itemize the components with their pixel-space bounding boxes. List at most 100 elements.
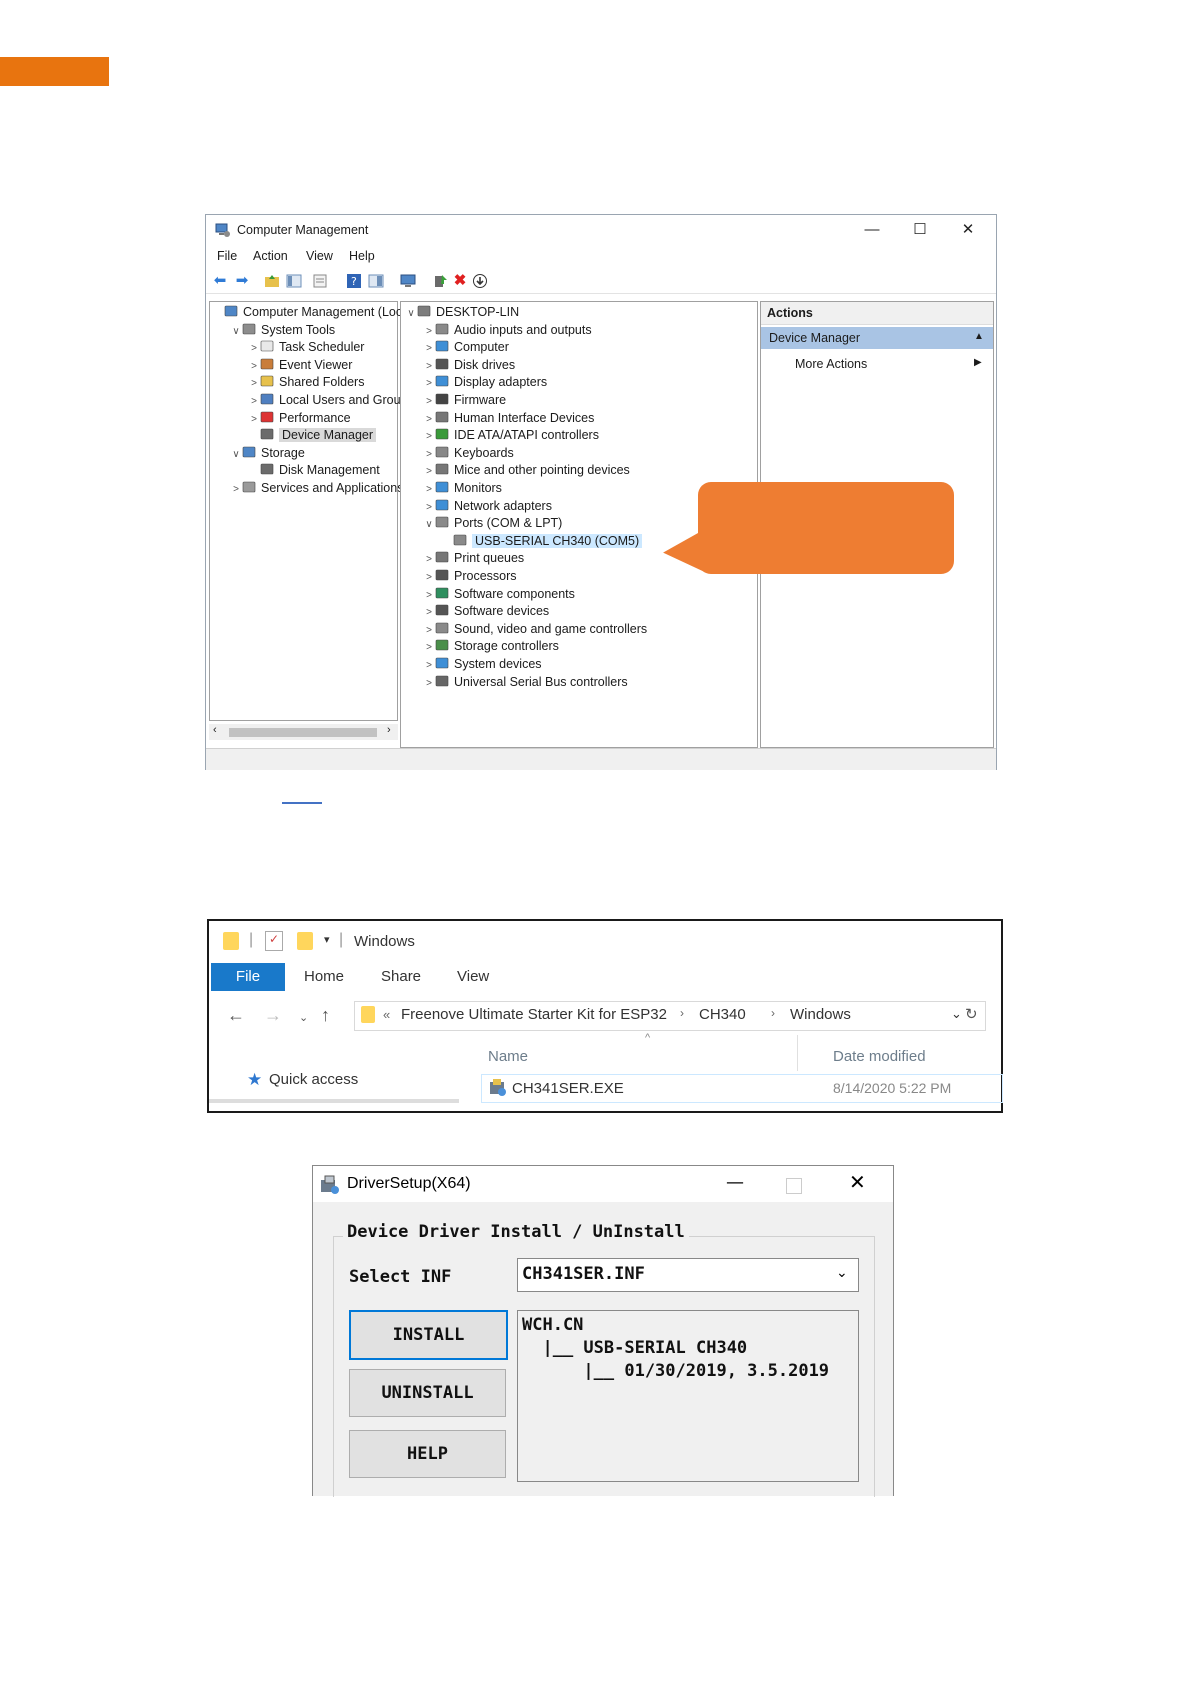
address-bar[interactable]: « Freenove Ultimate Starter Kit for ESP3…: [354, 1001, 986, 1031]
tree-item[interactable]: ∨ Ports (COM & LPT): [423, 514, 562, 533]
breadcrumb-overflow[interactable]: «: [383, 1007, 390, 1022]
tree-item[interactable]: > Computer: [423, 338, 509, 357]
help-button[interactable]: HELP: [349, 1430, 506, 1478]
scroll-left-icon[interactable]: ‹: [213, 724, 217, 736]
tree-item[interactable]: > Event Viewer: [248, 356, 352, 375]
computer-management-icon: [224, 305, 243, 319]
more-actions-item[interactable]: More Actions: [795, 357, 867, 371]
help-icon[interactable]: ?: [346, 273, 362, 289]
uninstall-device-icon[interactable]: ✖: [452, 273, 468, 289]
tree-item[interactable]: > Print queues: [423, 549, 524, 568]
maximize-button[interactable]: ☐: [898, 219, 942, 241]
tree-item[interactable]: USB-SERIAL CH340 (COM5): [441, 532, 643, 551]
uninstall-button[interactable]: UNINSTALL: [349, 1369, 506, 1417]
tree-item[interactable]: > Firmware: [423, 391, 506, 410]
tree-item[interactable]: > Universal Serial Bus controllers: [423, 673, 628, 692]
scroll-right-icon[interactable]: ›: [387, 724, 391, 736]
chevron-down-icon[interactable]: ∨: [423, 515, 435, 534]
speaker-icon: [435, 323, 454, 337]
tree-item[interactable]: > IDE ATA/ATAPI controllers: [423, 426, 599, 445]
chevron-right-icon[interactable]: >: [423, 674, 435, 693]
tree-item[interactable]: > System devices: [423, 655, 541, 674]
tree-item[interactable]: ∨ System Tools: [230, 321, 335, 340]
breadcrumb-kit[interactable]: Freenove Ultimate Starter Kit for ESP32: [401, 1006, 667, 1023]
tree-item[interactable]: > Storage controllers: [423, 637, 559, 656]
minimize-button[interactable]: —: [726, 1172, 744, 1193]
tree-item[interactable]: ∨ DESKTOP-LIN: [405, 303, 519, 322]
tree-item[interactable]: > Audio inputs and outputs: [423, 321, 592, 340]
column-header-date[interactable]: Date modified: [833, 1048, 926, 1065]
tree-item[interactable]: Device Manager: [248, 426, 377, 445]
tree-item[interactable]: > Sound, video and game controllers: [423, 620, 647, 639]
tree-item-label: Computer: [454, 340, 509, 355]
recent-locations-icon[interactable]: ⌄: [299, 1011, 308, 1024]
inf-select-value: CH341SER.INF: [522, 1264, 645, 1284]
address-dropdown-icon[interactable]: ⌄: [951, 1006, 962, 1022]
download-icon[interactable]: [472, 273, 488, 289]
tree-item[interactable]: > Monitors: [423, 479, 502, 498]
chevron-down-icon[interactable]: ∨: [230, 445, 242, 464]
update-driver-icon[interactable]: [432, 273, 448, 289]
up-arrow-icon[interactable]: ↑: [321, 1005, 330, 1026]
scan-hardware-icon[interactable]: [400, 273, 416, 289]
tree-item[interactable]: > Processors: [423, 567, 516, 586]
install-button[interactable]: INSTALL: [349, 1310, 508, 1360]
breadcrumb-windows[interactable]: Windows: [790, 1006, 851, 1023]
scroll-thumb[interactable]: [229, 728, 377, 737]
tree-item[interactable]: > Display adapters: [423, 373, 547, 392]
window-title: DriverSetup(X64): [347, 1175, 471, 1192]
inf-select[interactable]: CH341SER.INF ⌄: [517, 1258, 859, 1292]
tree-item[interactable]: Disk Management: [248, 461, 380, 480]
back-arrow-icon[interactable]: ⬅: [212, 273, 228, 289]
quick-access-toolbar-dropdown-icon[interactable]: ▾: [324, 933, 330, 946]
close-button[interactable]: ✕: [849, 1170, 866, 1194]
minimize-button[interactable]: —: [850, 219, 894, 241]
tree-item[interactable]: Computer Management (Local: [212, 303, 412, 322]
usb-icon: [435, 675, 454, 689]
tab-home[interactable]: Home: [304, 963, 344, 991]
tree-item[interactable]: ∨ Storage: [230, 444, 304, 464]
back-arrow-icon[interactable]: ←: [227, 1005, 245, 1026]
tree-item[interactable]: > Human Interface Devices: [423, 409, 594, 428]
chevron-right-icon[interactable]: >: [230, 480, 242, 499]
tree-item[interactable]: > Local Users and Groups: [248, 391, 414, 410]
show-hide-tree-icon[interactable]: [286, 273, 302, 289]
chevron-down-icon[interactable]: ∨: [230, 322, 242, 341]
close-button[interactable]: ✕: [946, 219, 990, 241]
refresh-icon[interactable]: ↻: [965, 1005, 978, 1023]
chevron-down-icon[interactable]: ∨: [405, 304, 417, 323]
tree-item[interactable]: > Services and Applications: [230, 479, 403, 498]
tree-item[interactable]: > Network adapters: [423, 497, 552, 516]
tree-item[interactable]: > Task Scheduler: [248, 338, 364, 357]
tab-share[interactable]: Share: [381, 963, 421, 991]
up-folder-icon[interactable]: [264, 273, 280, 289]
menu-view[interactable]: View: [306, 249, 333, 263]
tree-item-label: Disk drives: [454, 357, 516, 372]
new-folder-icon[interactable]: [297, 932, 313, 950]
tab-view[interactable]: View: [457, 963, 489, 991]
tree-item[interactable]: > Software devices: [423, 602, 549, 621]
info-line-version: |__ 01/30/2019, 3.5.2019: [522, 1361, 830, 1381]
tree-item[interactable]: > Keyboards: [423, 444, 514, 463]
tree-item[interactable]: > Disk drives: [423, 356, 515, 375]
tree-item[interactable]: > Mice and other pointing devices: [423, 461, 630, 480]
maximize-button[interactable]: [786, 1178, 802, 1194]
tree-item[interactable]: > Performance: [248, 409, 350, 428]
properties-icon[interactable]: [312, 273, 328, 289]
tree-item[interactable]: > Software components: [423, 585, 575, 604]
view-icon[interactable]: [368, 273, 384, 289]
chevron-down-icon[interactable]: ⌄: [836, 1265, 848, 1281]
forward-arrow-icon[interactable]: →: [264, 1005, 282, 1026]
collapse-arrow-icon[interactable]: ▲: [974, 331, 984, 342]
quick-access-item[interactable]: Quick access: [269, 1071, 358, 1088]
menu-action[interactable]: Action: [253, 249, 288, 263]
horizontal-scrollbar[interactable]: ‹ ›: [209, 724, 398, 740]
column-header-name[interactable]: Name: [488, 1048, 528, 1065]
tree-item[interactable]: > Shared Folders: [248, 373, 364, 392]
checklist-icon[interactable]: ✓: [265, 931, 283, 951]
tab-file[interactable]: File: [211, 963, 285, 991]
menu-file[interactable]: File: [217, 249, 237, 263]
forward-arrow-icon[interactable]: ➡: [234, 273, 250, 289]
breadcrumb-ch340[interactable]: CH340: [699, 1006, 746, 1023]
menu-help[interactable]: Help: [349, 249, 375, 263]
